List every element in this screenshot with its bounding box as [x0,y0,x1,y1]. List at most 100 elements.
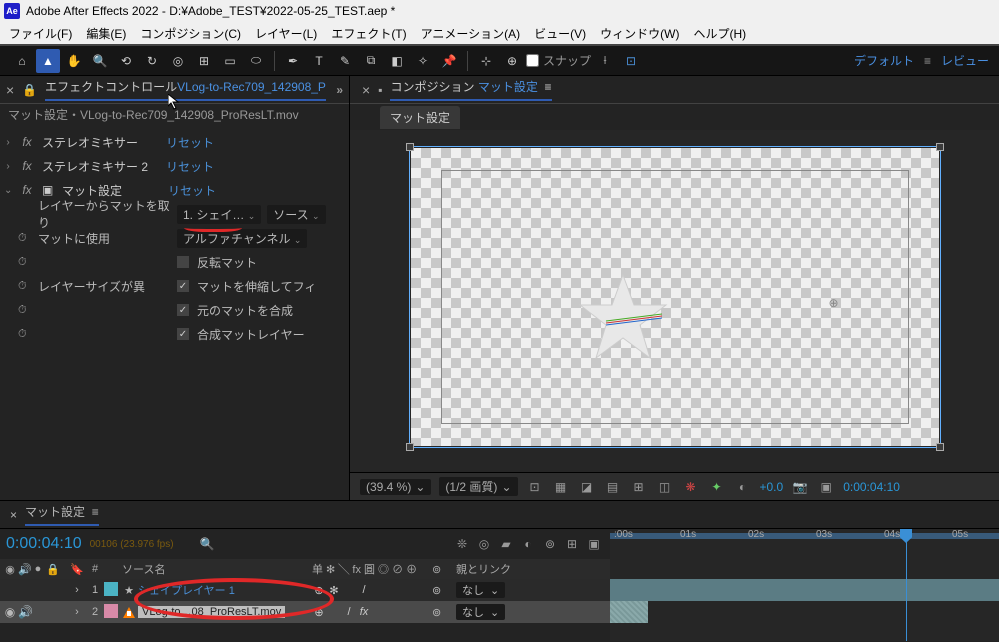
clip-shape-layer[interactable] [610,579,999,601]
handle-bl[interactable] [406,443,414,451]
transparency-icon[interactable]: ▦ [552,478,570,496]
eraser-tool-icon[interactable]: ◧ [385,49,409,73]
3d-icon[interactable]: ◫ [656,478,674,496]
zoom-tool-icon[interactable]: 🔍 [88,49,112,73]
col-parent[interactable]: 親とリンク [456,561,610,577]
shy-icon[interactable]: ▰ [496,537,516,551]
label-swatch[interactable] [104,582,118,596]
stopwatch-icon[interactable]: ⏱ [18,280,32,293]
playhead[interactable] [906,529,907,641]
close-icon[interactable]: × [362,82,370,98]
handle-tl[interactable] [406,143,414,151]
camera-tool-icon[interactable]: ◎ [166,49,190,73]
timeline-ruler-area[interactable]: :00s 01s 02s 03s 04s 05s [610,529,999,641]
draft3d-icon[interactable]: ◎ [474,537,494,551]
handle-tr[interactable] [936,143,944,151]
markers-icon[interactable]: ▣ [584,537,604,551]
mask-icon[interactable]: ◪ [578,478,596,496]
clip-mov-layer[interactable] [610,601,648,623]
local-axis-icon[interactable]: ⊹ [474,49,498,73]
snap-toggle[interactable]: スナップ [526,52,591,69]
reset-link[interactable]: リセット [166,134,214,151]
roto-tool-icon[interactable]: ✧ [411,49,435,73]
panel-menu-icon[interactable]: » [336,83,343,97]
col-source[interactable]: ソース名 [122,561,312,577]
fx-stereo-mixer[interactable]: › fx ステレオミキサー リセット [0,130,349,154]
clone-tool-icon[interactable]: ⧉ [359,49,383,73]
menu-view[interactable]: ビュー(V) [527,25,593,42]
comp-tab[interactable]: コンポジション マット設定 ≡ [390,78,551,101]
menu-file[interactable]: ファイル(F) [2,25,79,42]
menu-animation[interactable]: アニメーション(A) [414,25,528,42]
workspace-default[interactable]: デフォルト [854,52,914,69]
timeline-tab[interactable]: マット設定 ≡ [25,503,99,526]
home-icon[interactable]: ⌂ [10,49,34,73]
stopwatch-icon[interactable]: ⏱ [18,256,32,269]
handle-br[interactable] [936,443,944,451]
effects-tab[interactable]: エフェクトコントロールVLog-to-Rec709_142908_P [45,78,326,101]
menu-effect[interactable]: エフェクト(T) [324,25,413,42]
stretch-checkbox[interactable] [177,280,189,292]
fx-stereo-mixer-2[interactable]: › fx ステレオミキサー 2 リセット [0,154,349,178]
search-icon[interactable]: 🔍 [200,537,215,551]
selection-tool-icon[interactable]: ▲ [36,49,60,73]
workspace-review[interactable]: レビュー [941,52,989,69]
zoom-dropdown[interactable]: (39.4 %) ⌄ [360,479,431,495]
reset-link[interactable]: リセット [166,158,214,175]
invert-checkbox[interactable] [177,256,189,268]
color-mgmt-icon[interactable]: ✦ [708,478,726,496]
stopwatch-icon[interactable]: ⏱ [18,232,32,245]
stopwatch-icon[interactable]: ⏱ [18,328,32,341]
pickwhip-icon[interactable]: ⊚ [432,584,456,597]
orbit-tool-icon[interactable]: ⟲ [114,49,138,73]
pen-tool-icon[interactable]: ✒ [281,49,305,73]
source-dropdown[interactable]: ソース ⌄ [267,205,325,224]
puppet-tool-icon[interactable]: 📌 [437,49,461,73]
viewer[interactable]: ⊕ [350,130,999,472]
composite-checkbox[interactable] [177,304,189,316]
region-icon[interactable]: ⊡ [526,478,544,496]
parent-dropdown[interactable]: なし⌄ [456,604,505,620]
close-icon[interactable]: × [6,82,14,98]
parent-dropdown[interactable]: なし⌄ [456,582,505,598]
hand-tool-icon[interactable]: ✋ [62,49,86,73]
snap-edge-icon[interactable]: ⟊ [593,49,617,73]
reset-link[interactable]: リセット [168,182,216,199]
frame-blend-icon[interactable]: ◐ [518,537,538,551]
timecode[interactable]: 0:00:04:10 [6,535,82,553]
comp-flowchart-icon[interactable]: ❊ [452,537,472,551]
text-tool-icon[interactable]: T [307,49,331,73]
grid-icon[interactable]: ▤ [604,478,622,496]
graph-editor-icon[interactable]: ⊞ [562,537,582,551]
menu-window[interactable]: ウィンドウ(W) [593,25,686,42]
guides-icon[interactable]: ⊞ [630,478,648,496]
work-area[interactable] [610,533,999,539]
menu-edit[interactable]: 編集(E) [79,25,133,42]
menu-help[interactable]: ヘルプ(H) [687,25,754,42]
motion-blur-icon[interactable]: ⊚ [540,537,560,551]
comp-layer-checkbox[interactable] [177,328,189,340]
snapshot-icon[interactable]: 📷 [791,478,809,496]
layer-dropdown[interactable]: 1. シェイ… ⌄ [177,205,261,224]
exposure-value[interactable]: +0.0 [760,480,784,494]
snap-grid-icon[interactable]: ⊡ [619,49,643,73]
time-display[interactable]: 0:00:04:10 [843,480,900,494]
workspace-menu-icon[interactable]: ≡ [924,54,931,68]
lock-icon[interactable]: 🔒 [22,83,37,97]
rotate-tool-icon[interactable]: ↻ [140,49,164,73]
rect-tool-icon[interactable]: ▭ [218,49,242,73]
star-shape[interactable] [576,273,671,363]
panbehind-tool-icon[interactable]: ⊞ [192,49,216,73]
close-icon[interactable]: × [10,508,17,522]
label-swatch[interactable] [104,604,118,618]
menu-composition[interactable]: コンポジション(C) [133,25,248,42]
show-snapshot-icon[interactable]: ▣ [817,478,835,496]
exposure-icon[interactable]: ◐ [734,478,752,496]
channels-icon[interactable]: ❋ [682,478,700,496]
ellipse-tool-icon[interactable]: ⬭ [244,49,268,73]
menu-layer[interactable]: レイヤー(L) [248,25,324,42]
resolution-dropdown[interactable]: (1/2 画質) ⌄ [439,477,517,496]
stopwatch-icon[interactable]: ⏱ [18,304,32,317]
brush-tool-icon[interactable]: ✎ [333,49,357,73]
lock-icon[interactable]: ▪ [378,83,382,97]
